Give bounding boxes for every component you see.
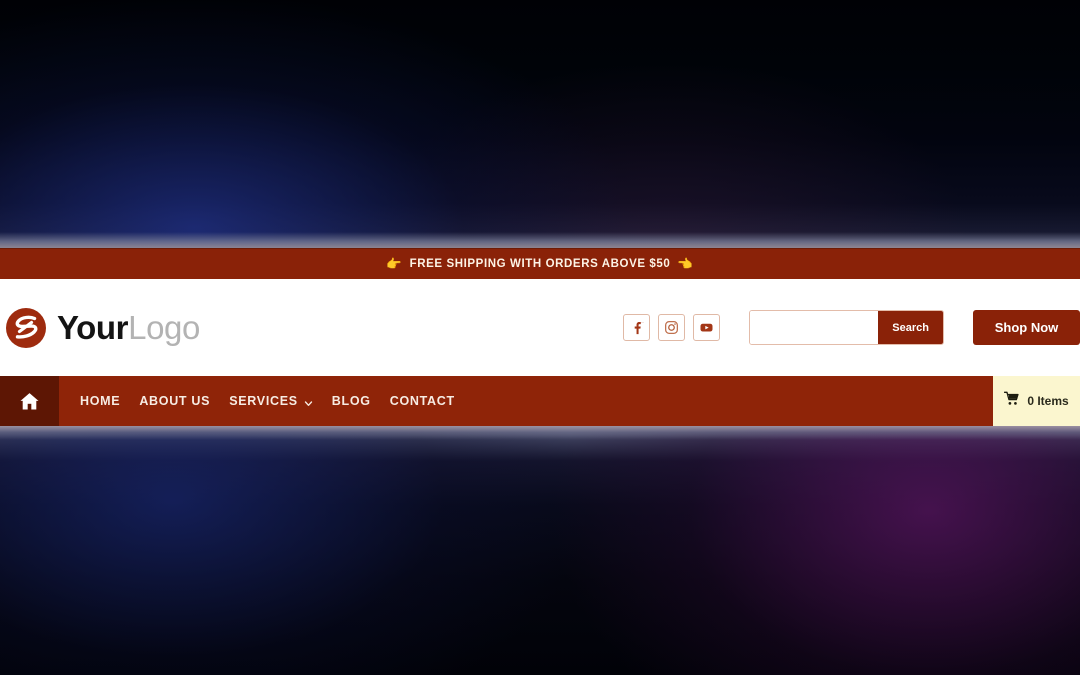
- shopping-cart-icon: [1004, 391, 1020, 411]
- pointing-left-hand-icon: 👈: [677, 256, 694, 271]
- site-header: YourLogo Search Shop Now: [0, 279, 1080, 376]
- promo-message: FREE SHIPPING WITH ORDERS ABOVE $50: [409, 258, 671, 270]
- promo-announcement-bar: 👉 FREE SHIPPING WITH ORDERS ABOVE $50 👈: [0, 248, 1080, 279]
- promo-text-group: 👉 FREE SHIPPING WITH ORDERS ABOVE $50 👈: [386, 257, 693, 272]
- swirl-circle-logo-mark-icon: [4, 306, 48, 350]
- background-bottom-glow: [0, 426, 1080, 440]
- nav-home-button[interactable]: [0, 376, 59, 426]
- cart-item-count-label: 0 Items: [1027, 394, 1069, 408]
- nav-item-label: SERVICES: [229, 394, 298, 408]
- brand-name-secondary: Logo: [128, 309, 200, 346]
- nav-item-contact[interactable]: CONTACT: [390, 394, 474, 408]
- brand-logo[interactable]: YourLogo: [4, 306, 200, 350]
- youtube-icon: [700, 323, 713, 332]
- nav-item-label: CONTACT: [389, 394, 455, 408]
- brand-name: YourLogo: [57, 311, 200, 344]
- search-button[interactable]: Search: [878, 311, 943, 344]
- facebook-icon: [634, 321, 644, 334]
- nav-item-label: BLOG: [331, 394, 371, 408]
- nav-links: HOME ABOUT US SERVICES BLOG CONTACT: [59, 376, 993, 426]
- main-navigation: HOME ABOUT US SERVICES BLOG CONTACT 0 It…: [0, 376, 1080, 426]
- background-bottom: [0, 426, 1080, 675]
- social-links: [623, 314, 720, 341]
- search-box[interactable]: Search: [749, 310, 944, 345]
- header-actions: Search Shop Now: [623, 279, 1080, 376]
- youtube-link[interactable]: [693, 314, 720, 341]
- cart-button[interactable]: 0 Items: [993, 376, 1080, 426]
- pointing-right-hand-icon: 👉: [386, 256, 403, 271]
- brand-name-primary: Your: [57, 309, 129, 346]
- shop-now-button[interactable]: Shop Now: [973, 310, 1080, 345]
- background-top: [0, 0, 1080, 248]
- page-root: 👉 FREE SHIPPING WITH ORDERS ABOVE $50 👈 …: [0, 0, 1080, 675]
- nav-item-blog[interactable]: BLOG: [332, 394, 390, 408]
- search-input[interactable]: [750, 311, 879, 344]
- background-top-glow: [0, 232, 1080, 248]
- nav-item-home[interactable]: HOME: [80, 394, 139, 408]
- chevron-down-icon: [304, 397, 313, 406]
- nav-item-label: ABOUT US: [139, 394, 211, 408]
- nav-item-services[interactable]: SERVICES: [229, 394, 332, 408]
- nav-item-about-us[interactable]: ABOUT US: [139, 394, 229, 408]
- instagram-link[interactable]: [658, 314, 685, 341]
- nav-item-label: HOME: [80, 394, 121, 408]
- facebook-link[interactable]: [623, 314, 650, 341]
- instagram-icon: [665, 321, 678, 334]
- home-icon: [20, 392, 39, 410]
